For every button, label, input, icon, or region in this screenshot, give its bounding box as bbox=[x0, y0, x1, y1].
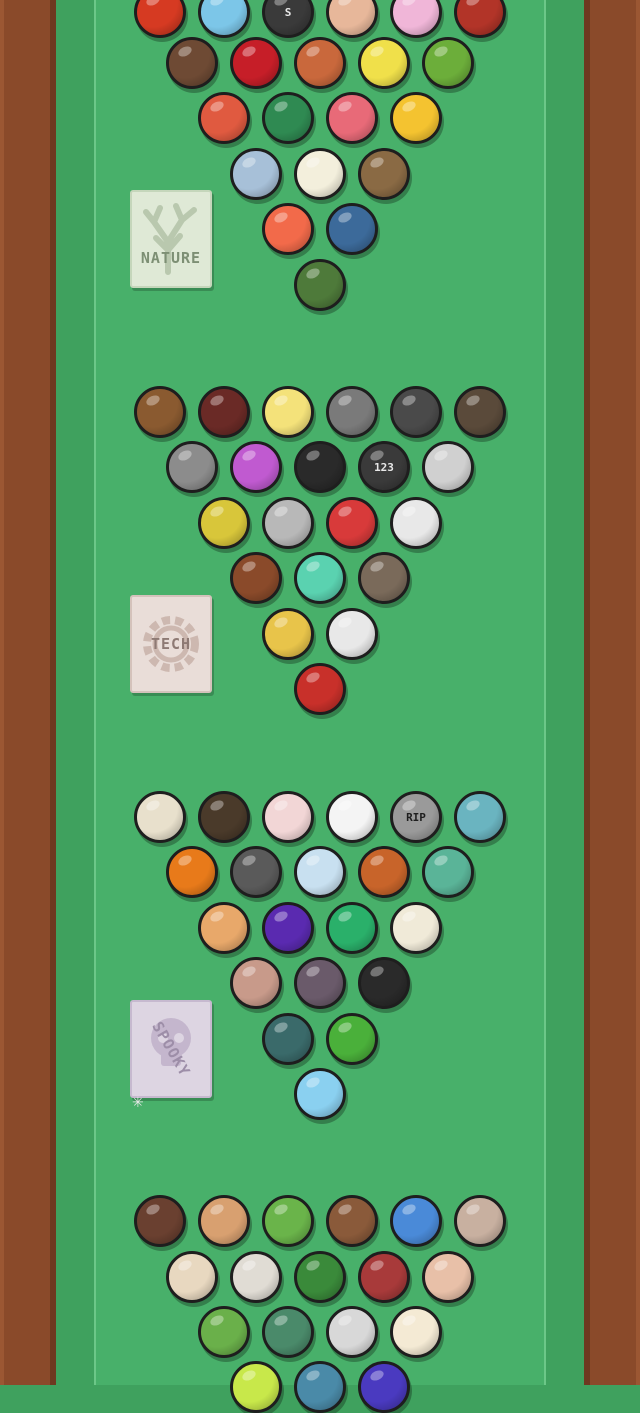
ball-23[interactable] bbox=[198, 386, 250, 438]
ball-39[interactable] bbox=[358, 552, 410, 604]
ball-68[interactable] bbox=[390, 1195, 442, 1247]
ball-57[interactable] bbox=[390, 902, 442, 954]
ball-38[interactable] bbox=[294, 552, 346, 604]
ball-3[interactable]: S bbox=[262, 0, 314, 38]
table-rail-right bbox=[584, 0, 640, 1385]
ball-77[interactable] bbox=[326, 1306, 378, 1358]
ball-71[interactable] bbox=[230, 1251, 282, 1303]
ball-67[interactable] bbox=[326, 1195, 378, 1247]
ball-16[interactable] bbox=[230, 148, 282, 200]
ball-glyph: S bbox=[284, 5, 292, 19]
ball-44[interactable] bbox=[198, 791, 250, 843]
ball-64[interactable] bbox=[134, 1195, 186, 1247]
ball-59[interactable] bbox=[294, 957, 346, 1009]
ball-65[interactable] bbox=[198, 1195, 250, 1247]
ball-48[interactable] bbox=[454, 791, 506, 843]
ball-54[interactable] bbox=[198, 902, 250, 954]
ball-31[interactable]: 123 bbox=[358, 441, 410, 493]
pack-label-tech: TECH bbox=[150, 635, 192, 653]
ball-40[interactable] bbox=[262, 608, 314, 660]
table-rail-left bbox=[0, 0, 56, 1385]
ball-51[interactable] bbox=[294, 846, 346, 898]
ball-72[interactable] bbox=[294, 1251, 346, 1303]
ball-49[interactable] bbox=[166, 846, 218, 898]
ball-22[interactable] bbox=[134, 386, 186, 438]
ball-15[interactable] bbox=[390, 92, 442, 144]
ball-20[interactable] bbox=[326, 203, 378, 255]
ball-25[interactable] bbox=[326, 386, 378, 438]
ball-9[interactable] bbox=[294, 37, 346, 89]
ball-26[interactable] bbox=[390, 386, 442, 438]
ball-62[interactable] bbox=[326, 1013, 378, 1065]
ball-28[interactable] bbox=[166, 441, 218, 493]
ball-27[interactable] bbox=[454, 386, 506, 438]
ball-34[interactable] bbox=[262, 497, 314, 549]
ball-60[interactable] bbox=[358, 957, 410, 1009]
ball-73[interactable] bbox=[358, 1251, 410, 1303]
ball-21[interactable] bbox=[294, 259, 346, 311]
ball-55[interactable] bbox=[262, 902, 314, 954]
ball-30[interactable] bbox=[294, 441, 346, 493]
ball-63[interactable] bbox=[294, 1068, 346, 1120]
ball-29[interactable] bbox=[230, 441, 282, 493]
spider-icon: ✳ bbox=[132, 1094, 144, 1110]
ball-37[interactable] bbox=[230, 552, 282, 604]
ball-35[interactable] bbox=[326, 497, 378, 549]
ball-80[interactable] bbox=[294, 1361, 346, 1413]
ball-58[interactable] bbox=[230, 957, 282, 1009]
ball-13[interactable] bbox=[262, 92, 314, 144]
ball-47[interactable]: RIP bbox=[390, 791, 442, 843]
ball-8[interactable] bbox=[230, 37, 282, 89]
ball-7[interactable] bbox=[166, 37, 218, 89]
pack-card-spooky[interactable]: SPOOKY bbox=[130, 1000, 212, 1098]
ball-18[interactable] bbox=[358, 148, 410, 200]
ball-19[interactable] bbox=[262, 203, 314, 255]
ball-glyph: 123 bbox=[374, 460, 394, 474]
ball-36[interactable] bbox=[390, 497, 442, 549]
ball-81[interactable] bbox=[358, 1361, 410, 1413]
ball-43[interactable] bbox=[134, 791, 186, 843]
ball-14[interactable] bbox=[326, 92, 378, 144]
ball-42[interactable] bbox=[294, 663, 346, 715]
ball-32[interactable] bbox=[422, 441, 474, 493]
ball-24[interactable] bbox=[262, 386, 314, 438]
ball-66[interactable] bbox=[262, 1195, 314, 1247]
ball-glyph: RIP bbox=[406, 810, 426, 824]
ball-17[interactable] bbox=[294, 148, 346, 200]
ball-11[interactable] bbox=[422, 37, 474, 89]
tree-icon bbox=[143, 203, 197, 275]
ball-76[interactable] bbox=[262, 1306, 314, 1358]
ball-52[interactable] bbox=[358, 846, 410, 898]
pack-card-tech[interactable]: TECH bbox=[130, 595, 212, 693]
ball-33[interactable] bbox=[198, 497, 250, 549]
ball-41[interactable] bbox=[326, 608, 378, 660]
ball-74[interactable] bbox=[422, 1251, 474, 1303]
ball-78[interactable] bbox=[390, 1306, 442, 1358]
ball-12[interactable] bbox=[198, 92, 250, 144]
ball-10[interactable] bbox=[358, 37, 410, 89]
ball-75[interactable] bbox=[198, 1306, 250, 1358]
ball-50[interactable] bbox=[230, 846, 282, 898]
ball-56[interactable] bbox=[326, 902, 378, 954]
ball-69[interactable] bbox=[454, 1195, 506, 1247]
ball-45[interactable] bbox=[262, 791, 314, 843]
ball-53[interactable] bbox=[422, 846, 474, 898]
ball-70[interactable] bbox=[166, 1251, 218, 1303]
pack-card-nature[interactable]: NATURE bbox=[130, 190, 212, 288]
ball-79[interactable] bbox=[230, 1361, 282, 1413]
pack-label-nature: NATURE bbox=[140, 249, 202, 267]
ball-46[interactable] bbox=[326, 791, 378, 843]
ball-61[interactable] bbox=[262, 1013, 314, 1065]
